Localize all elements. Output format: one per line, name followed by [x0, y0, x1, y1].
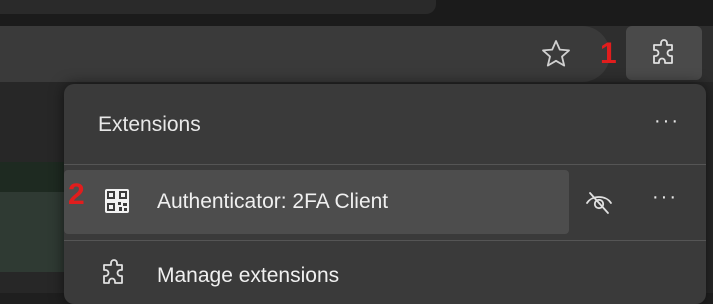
- puzzle-piece-icon: [100, 259, 128, 292]
- page-content-strip: [0, 192, 64, 272]
- annotation-step-2: 2: [68, 178, 85, 211]
- address-bar[interactable]: [0, 26, 610, 82]
- browser-toolbar: 1: [0, 26, 713, 82]
- star-outline-icon[interactable]: [540, 38, 572, 70]
- extension-item-authenticator[interactable]: Authenticator: 2FA Client: [64, 170, 569, 234]
- menu-more-button[interactable]: ···: [654, 110, 680, 133]
- qr-code-icon: [104, 188, 130, 219]
- tab-strip: [0, 0, 713, 26]
- active-tab-edge: [0, 0, 436, 14]
- eye-off-icon[interactable]: [584, 188, 614, 223]
- menu-title: Extensions: [98, 113, 201, 136]
- menu-header: Extensions ···: [64, 84, 706, 164]
- extensions-button[interactable]: [626, 26, 702, 80]
- annotation-step-1: 1: [600, 37, 617, 70]
- manage-extensions-link[interactable]: Manage extensions: [157, 264, 339, 288]
- divider: [64, 240, 706, 241]
- extensions-menu: Extensions ··· Authenticator: 2FA Client…: [64, 84, 706, 304]
- extension-more-button[interactable]: ···: [652, 186, 678, 209]
- divider: [64, 164, 706, 165]
- extension-name: Authenticator: 2FA Client: [157, 190, 389, 213]
- puzzle-piece-icon: [653, 39, 673, 64]
